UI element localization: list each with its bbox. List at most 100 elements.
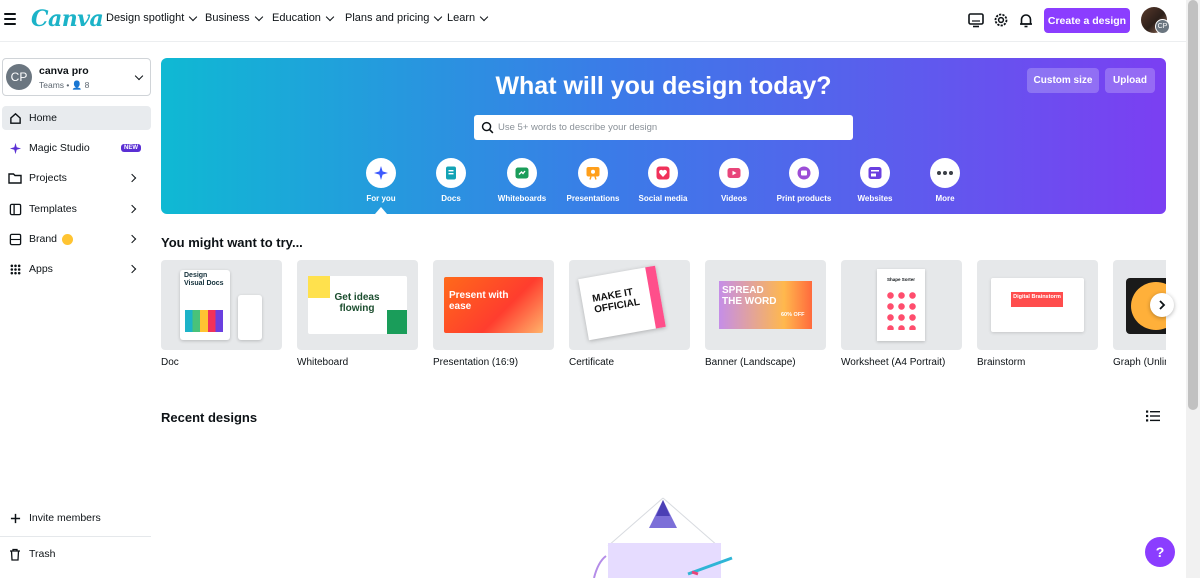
sidebar-item-projects[interactable]: Projects	[2, 166, 151, 190]
page-scrollbar[interactable]	[1186, 0, 1200, 578]
template-card-banner[interactable]: SPREAD THE WORD 60% OFF Banner (Landscap…	[705, 260, 826, 368]
empty-state-illustration	[593, 497, 733, 578]
custom-size-button[interactable]: Custom size	[1027, 68, 1099, 93]
gear-icon[interactable]	[992, 11, 1010, 29]
template-thumbnail: Digital Brainstorm	[977, 260, 1098, 350]
template-card-certificate[interactable]: MAKE IT OFFICIAL Certificate	[569, 260, 690, 368]
sidebar-item-label: Home	[29, 112, 58, 124]
template-card-doc[interactable]: Design Visual Docs Doc	[161, 260, 282, 368]
nav-education[interactable]: Education	[272, 12, 345, 24]
template-thumbnail: Design Visual Docs	[161, 260, 282, 350]
template-card-brainstorm[interactable]: Digital Brainstorm Brainstorm	[977, 260, 1098, 368]
whiteboard-icon	[507, 158, 537, 188]
scrollbar-thumb[interactable]	[1188, 0, 1198, 410]
sidebar-item-label: Templates	[29, 203, 77, 215]
sidebar-divider	[0, 536, 151, 537]
category-more[interactable]: More	[913, 158, 977, 203]
chevron-right-icon[interactable]	[127, 264, 137, 274]
category-social-media[interactable]: Social media	[631, 158, 695, 203]
category-label: Whiteboards	[497, 194, 547, 203]
upload-button[interactable]: Upload	[1105, 68, 1155, 93]
category-videos[interactable]: Videos	[702, 158, 766, 203]
help-button[interactable]: ?	[1145, 537, 1175, 567]
carousel-next-button[interactable]	[1150, 293, 1174, 317]
chevron-down-icon	[479, 12, 489, 21]
nav-design-spotlight[interactable]: Design spotlight	[106, 12, 205, 24]
sidebar-item-apps[interactable]: Apps	[2, 257, 151, 281]
nav-plans-pricing[interactable]: Plans and pricing	[345, 12, 447, 24]
top-bar: Canva Design spotlight Business Educatio…	[0, 0, 1186, 42]
category-whiteboards[interactable]: Whiteboards	[490, 158, 554, 203]
menu-icon[interactable]	[4, 13, 16, 25]
template-card-worksheet[interactable]: Shape Sorter Worksheet (A4 Portrait)	[841, 260, 962, 368]
category-websites[interactable]: Websites	[843, 158, 907, 203]
list-view-icon[interactable]	[1146, 410, 1160, 422]
hero-banner: What will you design today? Custom size …	[161, 58, 1166, 214]
invite-members-button[interactable]: Invite members	[2, 506, 151, 530]
nav-label: Education	[272, 12, 321, 24]
category-label: Print products	[776, 194, 832, 203]
main-nav: Design spotlight Business Education Plan…	[106, 12, 497, 24]
video-icon	[719, 158, 749, 188]
template-card-presentation[interactable]: Present with ease Presentation (16:9)	[433, 260, 554, 368]
sidebar-item-label: Magic Studio	[29, 142, 90, 154]
hero-title: What will you design today?	[495, 72, 832, 100]
plus-icon	[8, 511, 22, 525]
chevron-down-icon	[254, 12, 263, 21]
print-icon	[789, 158, 819, 188]
canva-home: Canva Design spotlight Business Educatio…	[0, 0, 1200, 578]
sidebar-item-magic-studio[interactable]: Magic Studio NEW	[2, 136, 151, 160]
presentation-icon	[578, 158, 608, 188]
thumb-text: Digital Brainstorm	[1013, 294, 1061, 300]
nav-label: Business	[205, 12, 250, 24]
monitor-icon[interactable]	[967, 11, 985, 29]
sidebar-item-home[interactable]: Home	[2, 106, 151, 130]
thumb-text: Present with ease	[449, 290, 509, 312]
canva-logo[interactable]: Canva	[31, 6, 104, 32]
new-badge: NEW	[121, 144, 141, 152]
category-label: Websites	[857, 194, 893, 203]
template-thumbnail: SPREAD THE WORD 60% OFF	[705, 260, 826, 350]
template-label: Banner (Landscape)	[705, 357, 796, 368]
category-docs[interactable]: Docs	[419, 158, 483, 203]
sparkle-icon	[366, 158, 396, 188]
brand-icon	[8, 232, 22, 246]
team-name: canva pro	[39, 65, 89, 77]
sidebar-item-trash[interactable]: Trash	[2, 542, 151, 566]
sidebar-item-brand[interactable]: Brand	[2, 227, 151, 251]
template-label: Certificate	[569, 357, 615, 368]
category-print-products[interactable]: Print products	[772, 158, 836, 203]
chevron-right-icon[interactable]	[127, 204, 137, 214]
nav-label: Design spotlight	[106, 12, 185, 24]
category-for-you[interactable]: For you	[349, 158, 413, 203]
nav-label: Plans and pricing	[345, 12, 430, 24]
category-label: Social media	[638, 194, 688, 203]
chevron-right-icon[interactable]	[127, 234, 137, 244]
category-label: Presentations	[566, 194, 620, 203]
nav-business[interactable]: Business	[205, 12, 272, 24]
chevron-down-icon	[434, 12, 443, 21]
design-search	[474, 115, 853, 140]
home-icon	[8, 111, 22, 125]
chevron-right-icon[interactable]	[127, 173, 137, 183]
template-card-whiteboard[interactable]: Get ideas flowing Whiteboard	[297, 260, 418, 368]
category-label: For you	[366, 194, 396, 203]
sidebar-item-templates[interactable]: Templates	[2, 197, 151, 221]
search-input[interactable]	[498, 115, 848, 140]
thumb-text: SPREAD THE WORD	[722, 285, 777, 307]
category-label: Docs	[441, 194, 461, 203]
template-label: Whiteboard	[297, 357, 349, 368]
chevron-down-icon	[325, 12, 335, 21]
trash-icon	[8, 547, 22, 561]
recent-designs-title: Recent designs	[161, 410, 258, 425]
category-presentations[interactable]: Presentations	[561, 158, 625, 203]
template-thumbnail: Present with ease	[433, 260, 554, 350]
team-switcher[interactable]: CP canva pro Teams • 👤 8	[2, 58, 151, 96]
bell-icon[interactable]	[1017, 11, 1035, 29]
template-label: Presentation (16:9)	[433, 357, 519, 368]
sidebar-item-label: Projects	[29, 172, 67, 184]
nav-learn[interactable]: Learn	[447, 12, 497, 24]
folder-icon	[8, 171, 22, 185]
suggestions-title: You might want to try...	[161, 235, 303, 250]
create-design-button[interactable]: Create a design	[1044, 8, 1130, 33]
